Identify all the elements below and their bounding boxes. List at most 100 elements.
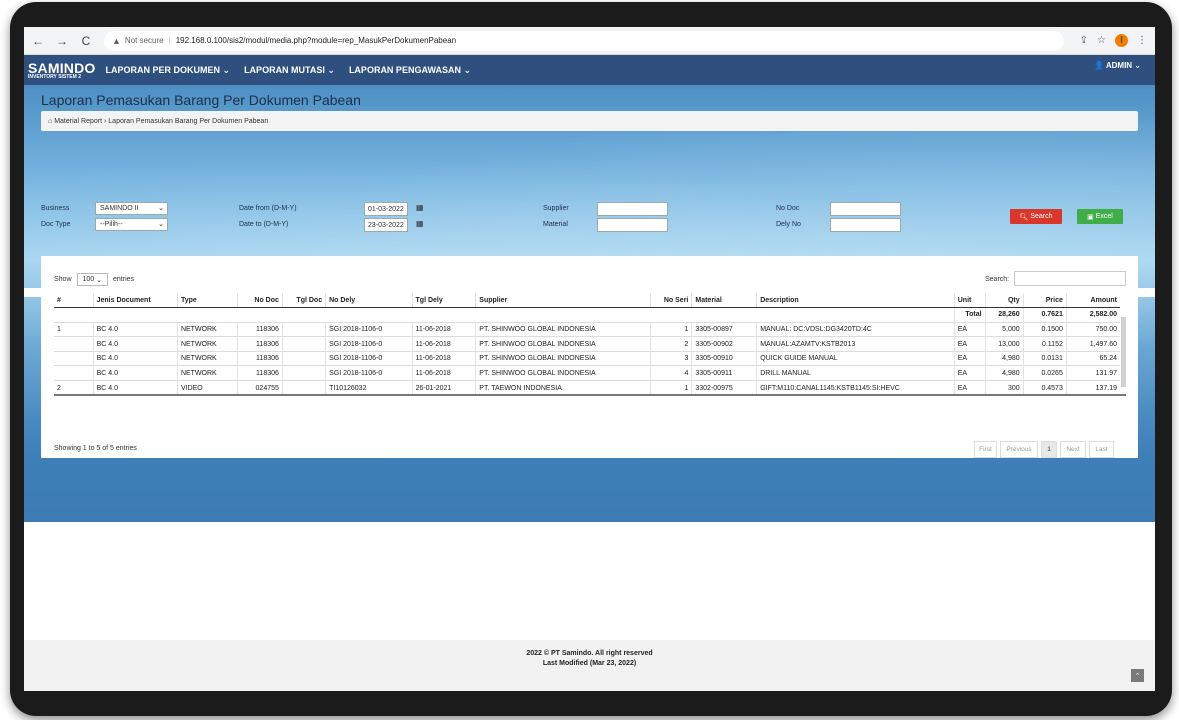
browser-menu-icon[interactable]: ⋮ — [1137, 35, 1147, 46]
forward-icon[interactable]: → — [52, 31, 72, 51]
col-header-price[interactable]: Price — [1022, 293, 1067, 309]
col-header-no[interactable]: # — [54, 293, 94, 309]
warning-icon: ▲ — [112, 35, 121, 46]
business-select[interactable]: SAMINDO II ⌄ — [95, 202, 168, 215]
page-next-button[interactable]: Next — [1060, 441, 1086, 458]
entries-label: entries — [113, 276, 135, 283]
excel-button[interactable]: ▣ Excel — [1077, 209, 1123, 224]
user-menu[interactable]: 👤 ADMIN ⌄ — [1094, 61, 1141, 70]
date-to-value: 23-03-2022 — [368, 221, 404, 229]
cell-no-doc: 118306 — [236, 336, 283, 352]
cell-material: 3302-00975 — [691, 380, 757, 394]
filter-form: Business SAMINDO II ⌄ Doc Type --Pilih--… — [24, 169, 1155, 257]
cell-qty: 4,980 — [984, 350, 1024, 366]
chevron-down-icon: ⌄ — [158, 205, 164, 212]
excel-icon: ▣ — [1087, 213, 1094, 221]
menu-laporan-mutasi[interactable]: LAPORAN MUTASI ⌄ — [244, 65, 335, 76]
supplier-input[interactable] — [597, 202, 668, 216]
cell-price: 0.0131 — [1022, 350, 1067, 366]
cell-unit: EA — [953, 380, 986, 394]
delyno-label: Dely No — [776, 221, 801, 228]
cell-amount: 65.24 — [1065, 350, 1120, 366]
results-table-wrapper: # Jenis Document Type No Doc Tgl Doc No … — [54, 293, 1126, 396]
cell-qty: 5,000 — [984, 321, 1024, 337]
address-bar[interactable]: ▲ Not secure | 192.168.0.100/sis2/modul/… — [104, 30, 1064, 51]
cell-qty: 300 — [984, 380, 1024, 394]
col-header-qty[interactable]: Qty — [984, 293, 1024, 309]
scroll-to-top-button[interactable]: ⌃ — [1131, 669, 1144, 682]
table-row[interactable]: BC 4.0 NETWORK 118306 SGI 2018-1106-0 11-06-… — [54, 336, 1120, 352]
page-first-button[interactable]: First — [974, 441, 997, 458]
breadcrumb-root[interactable]: Material Report — [54, 118, 102, 125]
cell-unit: EA — [953, 350, 986, 366]
cell-type: VIDEO — [176, 380, 238, 394]
cell-tgl-doc — [281, 336, 326, 352]
cell-type: NETWORK — [176, 365, 238, 381]
calendar-icon[interactable]: ▦ — [416, 203, 424, 212]
date-from-input[interactable]: 01-03-2022 — [364, 202, 408, 216]
delyno-input[interactable] — [830, 218, 901, 232]
cell-no-doc: 118306 — [236, 321, 283, 337]
col-header-description[interactable]: Description — [756, 293, 955, 309]
doctype-select[interactable]: --Pilih-- ⌄ — [95, 218, 168, 231]
cell-material: 3305-00911 — [691, 365, 757, 381]
bookmark-star-icon[interactable]: ☆ — [1097, 35, 1106, 46]
cell-amount: 137.19 — [1065, 380, 1120, 394]
table-row[interactable]: BC 4.0 NETWORK 118306 SGI 2018-1106-0 11-06-… — [54, 350, 1120, 366]
table-search-input[interactable] — [1014, 271, 1126, 286]
col-header-supplier[interactable]: Supplier — [475, 293, 651, 309]
col-header-type[interactable]: Type — [176, 293, 238, 309]
back-icon[interactable]: ← — [28, 31, 48, 51]
brand-logo[interactable]: SAMINDO INVENTORY SISTEM 2 — [28, 61, 96, 80]
page-1-button[interactable]: 1 — [1041, 441, 1057, 458]
menu-laporan-per-dokumen[interactable]: LAPORAN PER DOKUMEN ⌄ — [106, 65, 231, 76]
material-input[interactable] — [597, 218, 668, 232]
table-body: Total 28,260 0.7621 2,582.00 1 BC 4.0 NETW… — [54, 307, 1120, 394]
cell-description: GIFT:M110:CANAL1145:KSTB1145:SI:HEVC — [756, 380, 955, 394]
calendar-icon[interactable]: ▦ — [416, 219, 424, 228]
col-header-amount[interactable]: Amount — [1065, 293, 1120, 309]
table-scrollbar[interactable] — [1121, 317, 1126, 387]
page-last-button[interactable]: Last — [1089, 441, 1114, 458]
profile-avatar[interactable]: I — [1115, 34, 1128, 47]
page-length-select[interactable]: 100 ⌄ — [76, 273, 109, 286]
page-previous-button[interactable]: Previous — [1000, 441, 1038, 458]
nodoc-input[interactable] — [830, 202, 901, 216]
cell-tgl-doc — [281, 380, 326, 394]
cell-no-dely: SGI 2018-1106-0 — [325, 321, 413, 337]
total-price: 0.7621 — [1022, 307, 1067, 323]
reload-icon[interactable]: C — [76, 31, 96, 51]
cell-no-doc: 118306 — [236, 365, 283, 381]
screen: ← → C ▲ Not secure | 192.168.0.100/sis2/… — [24, 27, 1155, 691]
col-header-unit[interactable]: Unit — [953, 293, 986, 309]
col-header-tgl-dely[interactable]: Tgl Dely — [411, 293, 476, 309]
date-to-input[interactable]: 23-03-2022 — [364, 218, 408, 232]
page-length-value: 100 — [82, 276, 95, 283]
business-label: Business — [41, 205, 70, 212]
menu-laporan-pengawasan[interactable]: LAPORAN PENGAWASAN ⌄ — [349, 65, 471, 76]
cell-supplier: PT. SHINWOO GLOBAL INDONESIA — [475, 336, 651, 352]
col-header-tgl-doc[interactable]: Tgl Doc — [281, 293, 326, 309]
table-search-label: Search: — [985, 276, 1010, 283]
date-from-label: Date from (D-M-Y) — [239, 205, 297, 212]
chevron-down-icon: ⌄ — [96, 276, 103, 284]
col-header-no-dely[interactable]: No Dely — [325, 293, 413, 309]
table-row[interactable]: 2 BC 4.0 VIDEO 024755 TI10126032 26-01-2021 PT… — [54, 380, 1120, 394]
cell-supplier: PT. TAEWON INDONESIA — [475, 380, 651, 394]
share-icon[interactable]: ⇪ — [1080, 35, 1088, 46]
col-header-material[interactable]: Material — [691, 293, 757, 309]
cell-no-doc: 118306 — [236, 350, 283, 366]
col-header-no-doc[interactable]: No Doc — [236, 293, 283, 309]
table-row[interactable]: BC 4.0 NETWORK 118306 SGI 2018-1106-0 11-06-… — [54, 365, 1120, 381]
show-label: Show — [54, 276, 72, 283]
search-button[interactable]: 🔍︎ Search — [1010, 209, 1062, 224]
cell-qty: 13,000 — [984, 336, 1024, 352]
results-panel: Show 100 ⌄ entries Search: # Jenis Docum… — [41, 256, 1138, 458]
cell-tgl-dely: 11-06-2018 — [411, 350, 476, 366]
col-header-no-seri[interactable]: No Seri — [650, 293, 692, 309]
col-header-jenis-document[interactable]: Jenis Document — [92, 293, 178, 309]
nodoc-label: No Doc — [776, 205, 800, 212]
cell-tgl-dely: 11-06-2018 — [411, 365, 476, 381]
date-from-value: 01-03-2022 — [368, 205, 404, 213]
table-row[interactable]: 1 BC 4.0 NETWORK 118306 SGI 2018-1106-0 11-06… — [54, 321, 1120, 337]
